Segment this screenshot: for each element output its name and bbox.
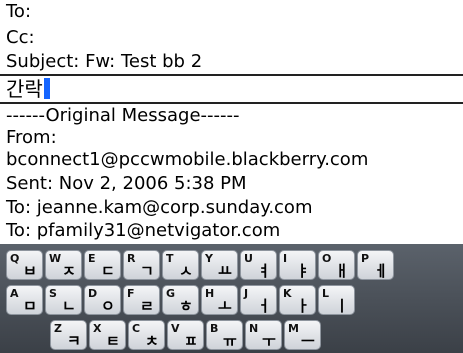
key-latin-label: H [205, 287, 215, 300]
key-latin-label: R [127, 252, 136, 265]
key-b[interactable]: Bㅠ [206, 320, 243, 350]
key-k[interactable]: Kㅏ [279, 285, 316, 315]
original-to-line-2: To: pfamily31@netvigator.com [6, 220, 281, 241]
key-hangul-label: ㄹ [140, 297, 154, 315]
key-a[interactable]: Aㅁ [6, 285, 43, 315]
key-hangul-label: ㄱ [140, 262, 154, 280]
key-hangul-label: ㄴ [62, 297, 76, 315]
subject-field[interactable]: Subject: Fw: Test bb 2 [6, 52, 463, 72]
key-o[interactable]: Oㅐ [318, 250, 355, 280]
key-hangul-label: ㅎ [179, 297, 193, 315]
key-latin-label: F [127, 287, 135, 300]
key-f[interactable]: Fㄹ [123, 285, 160, 315]
key-hangul-label: ㅊ [145, 332, 159, 350]
key-latin-label: P [361, 252, 370, 265]
key-latin-label: I [283, 252, 288, 265]
key-hangul-label: ㅏ [296, 297, 310, 315]
key-latin-label: S [49, 287, 57, 300]
key-x[interactable]: Xㅌ [89, 320, 126, 350]
original-sent-line: Sent: Nov 2, 2006 5:38 PM [6, 173, 247, 194]
message-body-input[interactable]: 간락 [0, 76, 463, 104]
key-m[interactable]: Mㅡ [284, 320, 321, 350]
key-latin-label: T [166, 252, 174, 265]
key-hangul-label: ㅗ [218, 297, 232, 315]
key-hangul-label: ㅕ [257, 262, 271, 280]
key-hangul-label: ㅍ [184, 332, 198, 350]
key-t[interactable]: Tㅅ [162, 250, 199, 280]
key-i[interactable]: Iㅑ [279, 250, 316, 280]
key-latin-label: Z [54, 322, 62, 335]
key-hangul-label: ㅠ [223, 332, 237, 350]
key-hangul-label: ㅅ [179, 262, 193, 280]
key-latin-label: C [132, 322, 141, 335]
email-compose-screen: To: Cc: Subject: Fw: Test bb 2 간락 ------… [0, 0, 463, 353]
key-hangul-label: ㅈ [62, 262, 76, 280]
key-hangul-label: ㅇ [101, 297, 115, 315]
virtual-keyboard: QㅂWㅈEㄷRㄱTㅅYㅛUㅕIㅑOㅐPㅔAㅁSㄴDㅇFㄹGㅎHㅗJㅓKㅏLㅣZㅋ… [0, 244, 463, 353]
key-e[interactable]: Eㄷ [84, 250, 121, 280]
original-from-address: bconnect1@pccwmobile.blackberry.com [6, 149, 369, 170]
key-latin-label: Y [205, 252, 213, 265]
key-y[interactable]: Yㅛ [201, 250, 238, 280]
key-q[interactable]: Qㅂ [6, 250, 43, 280]
key-z[interactable]: Zㅋ [50, 320, 87, 350]
key-h[interactable]: Hㅗ [201, 285, 238, 315]
original-to-line-1: To: jeanne.kam@corp.sunday.com [6, 197, 313, 218]
to-label: To: [6, 1, 32, 22]
key-hangul-label: ㅋ [67, 332, 81, 350]
key-hangul-label: ㅂ [23, 262, 37, 280]
key-latin-label: D [88, 287, 98, 300]
key-latin-label: U [244, 252, 253, 265]
key-hangul-label: ㅡ [301, 332, 315, 350]
subject-text: Subject: Fw: Test bb 2 [6, 51, 203, 72]
key-hangul-label: ㅁ [23, 297, 37, 315]
key-hangul-label: ㄷ [101, 262, 115, 280]
cc-field[interactable]: Cc: [6, 28, 463, 48]
original-from-label: From: [6, 127, 57, 148]
key-u[interactable]: Uㅕ [240, 250, 277, 280]
key-latin-label: B [210, 322, 219, 335]
key-latin-label: N [249, 322, 259, 335]
key-hangul-label: ㅛ [218, 262, 232, 280]
key-latin-label: G [166, 287, 176, 300]
key-l[interactable]: Lㅣ [318, 285, 355, 315]
key-hangul-label: ㅐ [335, 262, 349, 280]
to-field[interactable]: To: [6, 2, 463, 22]
typed-korean-text: 간락 [6, 77, 43, 101]
key-c[interactable]: Cㅊ [128, 320, 165, 350]
key-latin-label: E [88, 252, 96, 265]
key-hangul-label: ㅑ [296, 262, 310, 280]
key-g[interactable]: Gㅎ [162, 285, 199, 315]
key-n[interactable]: Nㅜ [245, 320, 282, 350]
key-d[interactable]: Dㅇ [84, 285, 121, 315]
key-hangul-label: ㅓ [257, 297, 271, 315]
key-latin-label: O [322, 252, 332, 265]
key-latin-label: W [49, 252, 62, 265]
key-latin-label: K [283, 287, 292, 300]
key-latin-label: A [10, 287, 19, 300]
key-latin-label: J [244, 287, 249, 300]
key-r[interactable]: Rㄱ [123, 250, 160, 280]
text-cursor [43, 78, 50, 99]
key-j[interactable]: Jㅓ [240, 285, 277, 315]
cc-label: Cc: [6, 27, 35, 48]
key-latin-label: X [93, 322, 102, 335]
key-s[interactable]: Sㄴ [45, 285, 82, 315]
key-hangul-label: ㅣ [335, 297, 349, 315]
key-latin-label: L [322, 287, 330, 300]
key-v[interactable]: Vㅍ [167, 320, 204, 350]
key-p[interactable]: Pㅔ [357, 250, 394, 280]
key-hangul-label: ㅔ [374, 262, 388, 280]
original-message-separator: ------Original Message------ [6, 105, 240, 126]
key-hangul-label: ㅜ [262, 332, 276, 350]
key-latin-label: M [288, 322, 299, 335]
key-latin-label: V [171, 322, 180, 335]
typed-text: 간락 [6, 78, 50, 100]
key-hangul-label: ㅌ [106, 332, 120, 350]
key-latin-label: Q [10, 252, 20, 265]
key-w[interactable]: Wㅈ [45, 250, 82, 280]
